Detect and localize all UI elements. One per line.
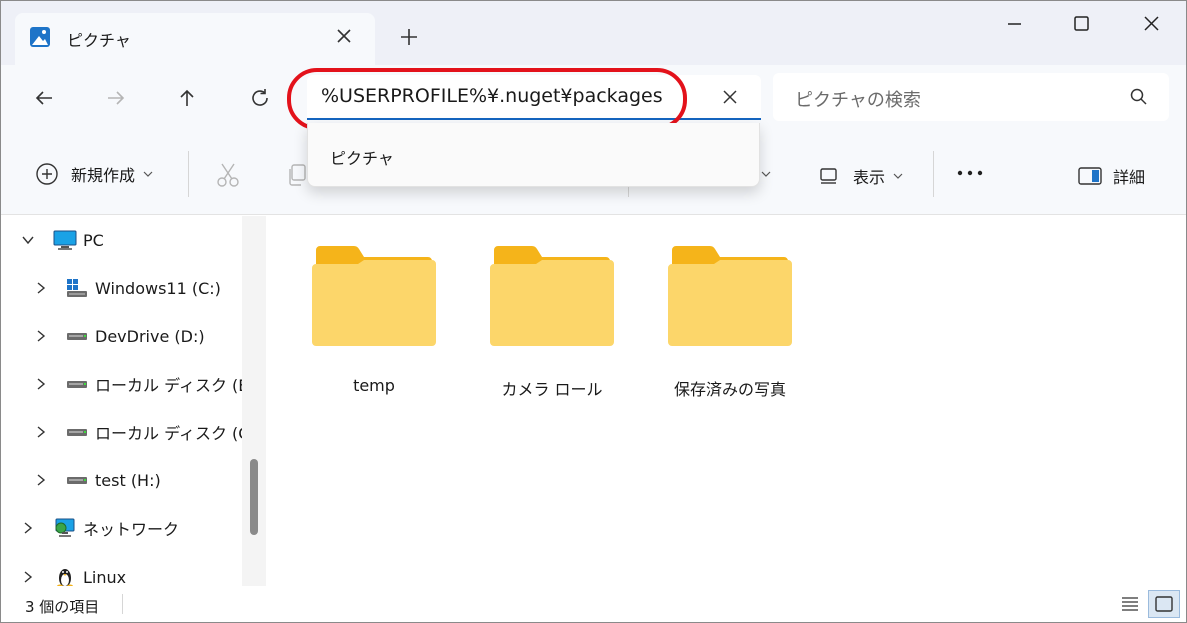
clear-address-icon[interactable] <box>719 86 741 108</box>
chevron-right-icon[interactable] <box>34 329 48 343</box>
drive-icon <box>65 325 89 347</box>
close-tab-icon[interactable] <box>333 25 355 47</box>
navigation-bar: %USERPROFILE%¥.nuget¥packages ピクチャの検索 <box>1 65 1186 131</box>
tab-pictures[interactable]: ピクチャ <box>15 13 375 65</box>
view-icon <box>820 168 837 184</box>
drive-icon <box>65 421 89 443</box>
sidebar-item-label: ローカル ディスク (E:) <box>95 376 261 395</box>
sidebar-item-label: Windows11 (C:) <box>95 278 221 298</box>
address-suggestions: ピクチャ <box>307 123 760 187</box>
search-box[interactable]: ピクチャの検索 <box>773 73 1169 121</box>
sidebar-item-label: PC <box>83 230 104 250</box>
tiles-view-button[interactable] <box>1148 590 1180 618</box>
chevron-right-icon[interactable] <box>34 473 48 487</box>
sidebar-item-pc[interactable]: PC <box>53 224 104 256</box>
sidebar-item-label: test (H:) <box>95 470 161 490</box>
chevron-right-icon[interactable] <box>34 377 48 391</box>
linux-icon <box>53 566 77 588</box>
title-bar: ピクチャ <box>1 1 1186 65</box>
pc-icon <box>53 229 77 251</box>
details-button-label: 詳細 <box>1113 168 1146 187</box>
sidebar-item-drive-h[interactable]: test (H:) <box>65 464 161 496</box>
more-options-icon[interactable] <box>956 165 984 181</box>
plus-circle-icon <box>36 163 58 185</box>
status-separator <box>122 594 123 614</box>
toolbar-separator <box>933 151 934 197</box>
highlight-annotation <box>287 68 687 130</box>
sidebar-item-label: ローカル ディスク (G:) <box>95 424 263 443</box>
sidebar-item-drive-d[interactable]: DevDrive (D:) <box>65 320 205 352</box>
details-pane-icon <box>1078 167 1102 185</box>
chevron-right-icon[interactable] <box>34 281 48 295</box>
back-button[interactable] <box>27 81 61 115</box>
minimize-icon[interactable] <box>991 9 1037 39</box>
chevron-right-icon[interactable] <box>21 521 35 535</box>
drive-icon <box>65 373 89 395</box>
copy-icon[interactable] <box>287 164 307 186</box>
sidebar-item-label: Linux <box>83 567 127 587</box>
sidebar-item-drive-g[interactable]: ローカル ディスク (G:) <box>65 416 262 448</box>
folder-icon <box>490 246 614 346</box>
up-button[interactable] <box>170 81 204 115</box>
chevron-down-icon[interactable] <box>21 233 35 247</box>
chevron-right-icon[interactable] <box>34 425 48 439</box>
sidebar-item-label: DevDrive (D:) <box>95 326 205 346</box>
arrow-left-icon <box>35 91 52 105</box>
file-explorer-window: ピクチャ %USERPROFILE%¥.nuget¥packages ピクチャの… <box>0 0 1187 623</box>
folder-icon <box>312 246 436 346</box>
chevron-down-icon <box>143 171 153 177</box>
folder-item[interactable]: temp <box>304 244 444 395</box>
new-button-label: 新規作成 <box>71 166 136 185</box>
folder-name: 保存済みの写真 <box>673 380 786 399</box>
toolbar-separator <box>188 151 189 197</box>
refresh-icon <box>252 89 268 106</box>
chevron-down-icon <box>893 173 903 179</box>
scrollbar-thumb[interactable] <box>250 459 258 535</box>
details-button[interactable]: 詳細 <box>1077 164 1145 188</box>
sidebar-scrollbar[interactable] <box>242 216 266 586</box>
new-button[interactable]: 新規作成 <box>35 162 153 186</box>
folder-item[interactable]: カメラ ロール <box>482 244 622 400</box>
view-button-label: 表示 <box>853 168 886 187</box>
drive-icon <box>65 469 89 491</box>
close-window-icon[interactable] <box>1128 9 1174 39</box>
folder-item[interactable]: 保存済みの写真 <box>660 244 800 400</box>
folder-name: temp <box>353 376 395 395</box>
maximize-icon[interactable] <box>1058 9 1104 39</box>
view-button[interactable]: 表示 <box>819 164 903 188</box>
item-count: 3 個の項目 <box>25 598 100 616</box>
sidebar-item-drive-c[interactable]: Windows11 (C:) <box>65 272 221 304</box>
list-view-icon <box>1122 597 1138 611</box>
sidebar-item-drive-e[interactable]: ローカル ディスク (E:) <box>65 368 260 400</box>
cut-icon[interactable] <box>215 162 241 188</box>
search-icon[interactable] <box>1129 87 1149 107</box>
file-list: temp カメラ ロール 保存済みの写真 <box>268 216 1186 586</box>
sidebar-item-label: ネットワーク <box>83 520 180 539</box>
chevron-down-icon[interactable] <box>761 169 771 179</box>
folder-icon <box>668 246 792 346</box>
search-input[interactable]: ピクチャの検索 <box>795 86 921 112</box>
tiles-view-icon <box>1155 596 1173 612</box>
tab-title: ピクチャ <box>67 31 131 50</box>
folder-name: カメラ ロール <box>501 380 603 399</box>
refresh-button[interactable] <box>243 81 277 115</box>
details-view-button[interactable] <box>1118 592 1142 616</box>
arrow-up-icon <box>180 89 194 106</box>
arrow-right-icon <box>108 91 125 105</box>
navigation-pane: PC Windows11 (C:) DevDrive (D:) ローカル ディス… <box>1 216 268 588</box>
status-bar: 3 個の項目 <box>1 586 1186 622</box>
network-icon <box>53 517 77 539</box>
suggestion-item[interactable]: ピクチャ <box>330 145 394 169</box>
forward-button[interactable] <box>99 81 133 115</box>
sidebar-item-network[interactable]: ネットワーク <box>53 512 179 544</box>
pictures-icon <box>30 27 50 47</box>
windows-drive-icon <box>65 277 89 299</box>
chevron-right-icon[interactable] <box>21 570 35 584</box>
new-tab-icon[interactable] <box>397 25 421 49</box>
